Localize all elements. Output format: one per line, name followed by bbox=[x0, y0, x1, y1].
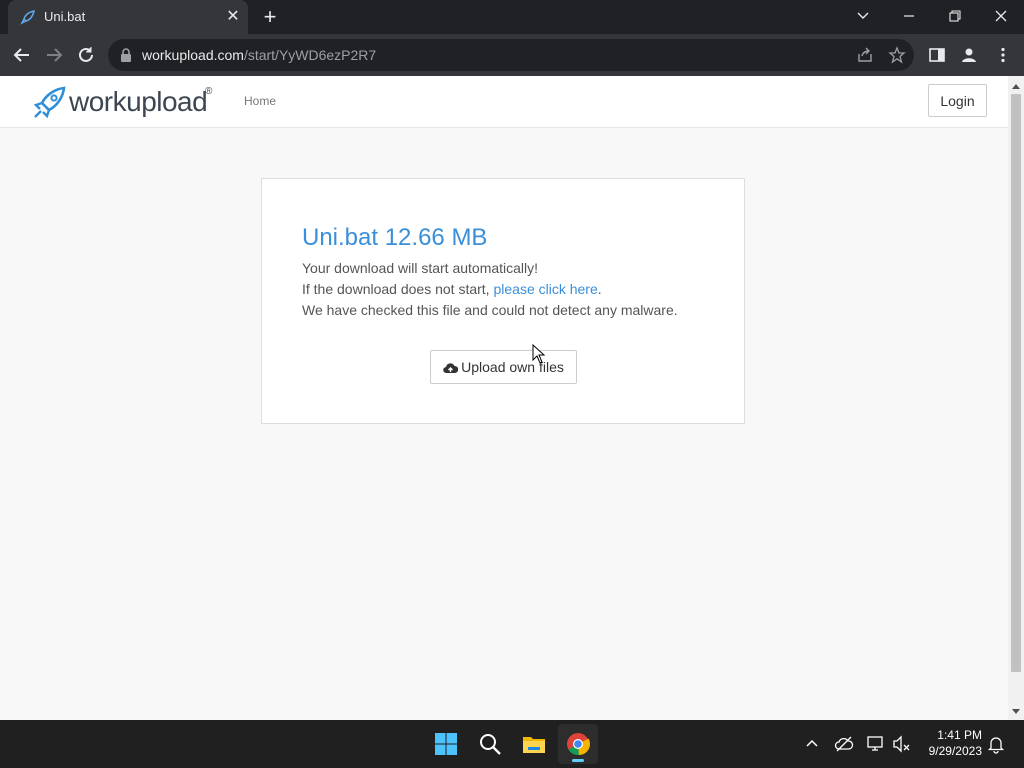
upload-own-files-button[interactable]: Upload own files bbox=[430, 350, 577, 384]
more-menu-icon[interactable] bbox=[994, 46, 1012, 64]
fallback-prefix: If the download does not start, bbox=[302, 281, 494, 297]
logo-registered-mark: ® bbox=[205, 86, 213, 97]
auto-download-text: Your download will start automatically! bbox=[302, 260, 539, 276]
scroll-thumb[interactable] bbox=[1011, 94, 1021, 672]
fallback-suffix: . bbox=[597, 281, 602, 297]
notification-bell-icon[interactable] bbox=[986, 734, 1006, 754]
restore-icon[interactable] bbox=[940, 4, 970, 28]
show-hidden-icons-chevron-icon[interactable] bbox=[802, 734, 822, 754]
lock-icon[interactable] bbox=[120, 48, 132, 62]
side-panel-icon[interactable] bbox=[928, 46, 946, 64]
taskbar-file-explorer[interactable] bbox=[514, 724, 554, 764]
rocket-logo-icon bbox=[33, 86, 66, 119]
login-button[interactable]: Login bbox=[928, 84, 987, 117]
fallback-download-text: If the download does not start, please c… bbox=[302, 281, 602, 297]
nav-home-link[interactable]: Home bbox=[244, 94, 276, 108]
url-host: workupload.com bbox=[142, 47, 244, 63]
clock-time: 1:41 PM bbox=[937, 728, 982, 742]
back-icon[interactable] bbox=[10, 43, 34, 67]
tab-title: Uni.bat bbox=[44, 9, 86, 24]
profile-icon[interactable] bbox=[960, 46, 978, 64]
windows-taskbar: 1:41 PM 9/29/2023 bbox=[0, 720, 1024, 768]
clock-date: 9/29/2023 bbox=[928, 744, 982, 758]
onedrive-cloud-icon[interactable] bbox=[834, 734, 854, 754]
download-card: Uni.bat 12.66 MB Your download will star… bbox=[261, 178, 745, 424]
logo-text: workupload bbox=[69, 86, 208, 117]
mouse-cursor-icon bbox=[532, 344, 546, 364]
minimize-icon[interactable] bbox=[894, 4, 924, 28]
bookmark-star-icon[interactable] bbox=[888, 46, 906, 64]
browser-titlebar: Uni.bat ✕ + bbox=[0, 0, 1024, 34]
tab-search-chevron-icon[interactable] bbox=[848, 4, 878, 28]
search-icon bbox=[480, 734, 501, 755]
browser-toolbar: workupload.com/start/YyWD6ezP2R7 bbox=[0, 34, 1024, 76]
active-app-indicator bbox=[572, 759, 584, 762]
taskbar-chrome[interactable] bbox=[558, 724, 598, 764]
share-icon[interactable] bbox=[856, 46, 874, 64]
upload-button-label: Upload own files bbox=[461, 359, 564, 375]
start-button[interactable] bbox=[426, 724, 466, 764]
new-tab-button[interactable]: + bbox=[258, 5, 282, 29]
url-path: /start/YyWD6ezP2R7 bbox=[243, 47, 377, 63]
site-header: workupload ® Home Login bbox=[0, 76, 1008, 128]
volume-muted-icon[interactable] bbox=[892, 734, 912, 754]
page-scrollbar[interactable] bbox=[1008, 76, 1024, 720]
page-viewport: workupload ® Home Login Uni.bat 12.66 MB… bbox=[0, 76, 1008, 720]
taskbar-clock[interactable]: 1:41 PM 9/29/2023 bbox=[918, 727, 982, 759]
malware-check-text: We have checked this file and could not … bbox=[302, 302, 678, 318]
folder-icon bbox=[523, 737, 545, 753]
url-text: workupload.com/start/YyWD6ezP2R7 bbox=[142, 47, 376, 63]
rocket-favicon-icon bbox=[20, 10, 35, 25]
taskbar-search-button[interactable] bbox=[470, 724, 510, 764]
forward-icon[interactable] bbox=[42, 43, 66, 67]
cloud-upload-icon bbox=[443, 363, 459, 374]
reload-icon[interactable] bbox=[74, 43, 98, 67]
windows-logo-icon bbox=[435, 733, 457, 755]
close-window-icon[interactable] bbox=[986, 4, 1016, 28]
scroll-up-arrow-icon[interactable] bbox=[1012, 84, 1020, 89]
browser-tab[interactable]: Uni.bat ✕ bbox=[8, 0, 248, 34]
address-bar[interactable]: workupload.com/start/YyWD6ezP2R7 bbox=[108, 39, 914, 71]
tab-close-icon[interactable]: ✕ bbox=[224, 8, 242, 26]
chrome-icon bbox=[567, 733, 590, 756]
network-icon[interactable] bbox=[866, 734, 886, 754]
scroll-down-arrow-icon[interactable] bbox=[1012, 709, 1020, 714]
file-title: Uni.bat 12.66 MB bbox=[302, 224, 488, 251]
click-here-link[interactable]: please click here bbox=[493, 281, 597, 297]
